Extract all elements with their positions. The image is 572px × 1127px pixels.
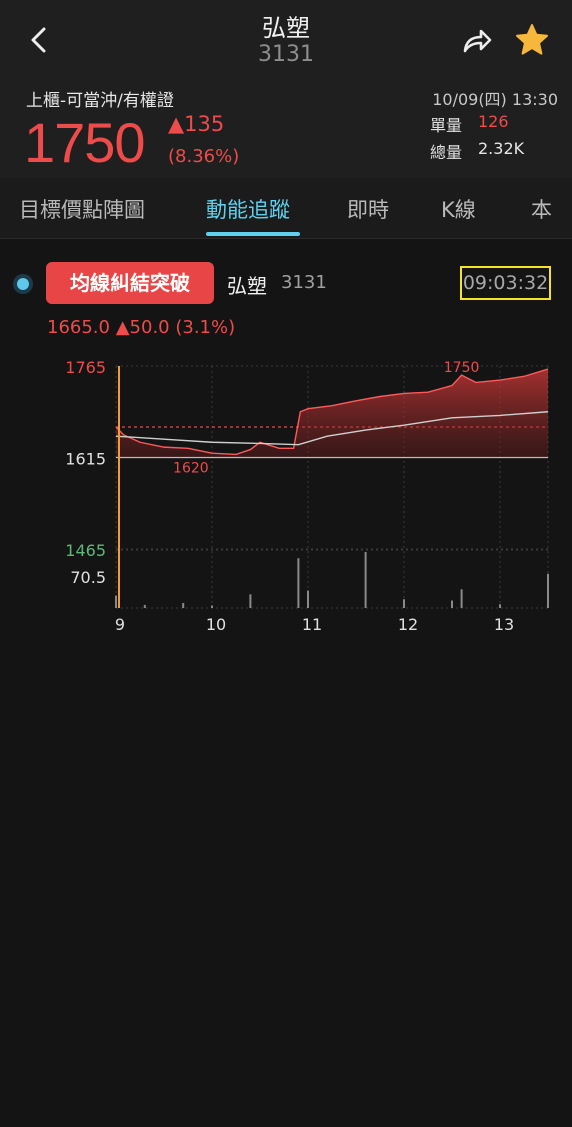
unit-volume-value: 126 (478, 112, 509, 131)
price-change-percent: (8.36%) (168, 146, 240, 167)
volume-bar (182, 603, 185, 608)
volume-bar (547, 573, 549, 608)
tab-target-price-dot-chart[interactable]: 目標價點陣圖 (19, 194, 145, 224)
x-tick-label: 10 (206, 615, 226, 634)
favorite-star-icon[interactable] (514, 22, 550, 58)
tab-realtime[interactable]: 即時 (347, 194, 389, 224)
last-price: 1750 (24, 111, 146, 174)
volume-bar (460, 589, 463, 608)
signal-stock-code: 3131 (281, 272, 327, 293)
volume-bar (403, 599, 405, 608)
market-tag: 上櫃-可當沖/有權證 (26, 91, 174, 111)
volume-bar (499, 604, 501, 608)
quote-datetime: 10/09(四) 13:30 (432, 90, 558, 109)
signal-dot-icon (13, 274, 33, 294)
high-price-label: 1750 (444, 360, 480, 376)
momentum-chart: 1765 1615 1465 70.5 9 10 11 12 13 1750 1620 (65, 358, 549, 634)
y-tick-label: 1765 (65, 358, 106, 377)
price-change: ▲135 (168, 112, 225, 136)
volume-tick-label: 70.5 (70, 568, 106, 587)
volume-bar (307, 590, 309, 608)
top-bar: 弘塑 3131 上櫃-可當沖/有權證 1750 ▲135 (8.36%) 10/… (0, 0, 572, 178)
x-tick-label: 11 (302, 615, 322, 634)
volume-bar (364, 552, 367, 608)
volume-bar (143, 604, 146, 608)
y-tick-label: 1465 (65, 541, 106, 560)
total-volume-value: 2.32K (478, 139, 525, 158)
tab-bar: 目標價點陣圖 動能追蹤 即時 K線 本 (0, 178, 572, 239)
unit-volume-label: 單量 (430, 116, 463, 135)
x-tick-label: 9 (115, 615, 125, 634)
volume-bar (249, 594, 252, 608)
volume-bar (297, 558, 300, 608)
volume-bar (451, 600, 453, 608)
volume-bar (211, 605, 213, 608)
active-tab-indicator (206, 232, 300, 236)
tab-k-line[interactable]: K線 (441, 194, 476, 224)
signal-price: 1665.0 ▲50.0 (3.1%) (47, 317, 236, 338)
x-tick-label: 13 (494, 615, 514, 634)
total-volume-label: 總量 (430, 143, 463, 162)
y-tick-label: 1615 (65, 450, 106, 469)
x-tick-label: 12 (398, 615, 418, 634)
tab-momentum-tracking[interactable]: 動能追蹤 (206, 194, 290, 224)
signal-time: 09:03:32 (460, 266, 551, 300)
tab-more[interactable]: 本 (531, 194, 552, 224)
share-icon[interactable] (460, 24, 494, 58)
low-price-label: 1620 (173, 460, 209, 476)
volume-bar (115, 595, 117, 608)
signal-stock-name: 弘塑 (227, 274, 267, 298)
signal-badge[interactable]: 均線糾結突破 (46, 262, 214, 304)
